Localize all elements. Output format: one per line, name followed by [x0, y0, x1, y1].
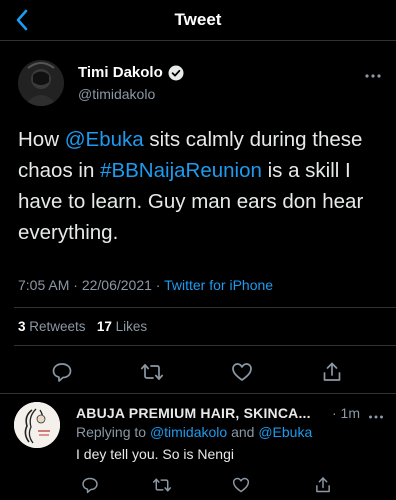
replying-to: Replying to @timidakolo and @Ebuka [76, 424, 312, 440]
reply-tweet[interactable]: ABUJA PREMIUM HAIR, SKINCA... · 1m Reply… [0, 396, 396, 500]
reply-more-button[interactable] [368, 407, 384, 423]
more-dots-icon [365, 74, 381, 78]
reply-icon [52, 363, 72, 382]
retweets-stat[interactable]: 3 Retweets [18, 319, 86, 334]
likes-stat[interactable]: 17 Likes [97, 319, 147, 334]
retweet-icon [140, 364, 164, 380]
likes-count: 17 [96, 319, 112, 334]
like-button[interactable] [227, 357, 257, 387]
reply-button[interactable] [47, 357, 77, 387]
tweet-author: Timi Dakolo @timidakolo [14, 60, 384, 110]
reply-text: I dey tell you. So is Nengi [76, 446, 234, 462]
tweet-text-part: How [18, 128, 65, 151]
retweet-button[interactable] [137, 357, 167, 387]
reply-author-name[interactable]: ABUJA PREMIUM HAIR, SKINCA... [76, 405, 311, 421]
tweet-date: 22/06/2021 [81, 277, 152, 293]
header-divider [0, 40, 396, 41]
avatar-image [18, 60, 64, 106]
replying-to-prefix: Replying to [76, 424, 150, 440]
tweet-actions [0, 357, 396, 387]
hashtag-link[interactable]: #BBNaijaReunion [100, 159, 262, 182]
reply-time: · 1m [332, 405, 360, 421]
meta-separator: · [69, 277, 82, 293]
replying-to-and: and [227, 424, 259, 440]
tweet-text: How @Ebuka sits calmly during these chao… [18, 124, 384, 248]
reply-icon [82, 477, 98, 494]
actions-divider [0, 393, 396, 394]
reply-actions [0, 473, 396, 497]
reply-retweet-button[interactable] [150, 473, 174, 497]
stats-divider [14, 345, 396, 346]
tweet-source-link[interactable]: Twitter for iPhone [164, 277, 273, 293]
tweet-stats: 3 Retweets 17 Likes [18, 319, 147, 334]
reply-like-button[interactable] [229, 473, 253, 497]
reply-avatar[interactable] [14, 402, 60, 448]
chevron-left-icon [16, 9, 28, 31]
hair-brand-logo-icon [14, 402, 60, 448]
share-button[interactable] [317, 357, 347, 387]
author-name-row[interactable]: Timi Dakolo [78, 64, 184, 81]
more-options-button[interactable] [364, 66, 382, 84]
share-icon [316, 477, 330, 493]
retweets-count: 3 [18, 319, 26, 334]
back-button[interactable] [8, 6, 36, 34]
reply-header: ABUJA PREMIUM HAIR, SKINCA... · 1m [76, 405, 386, 423]
tweet-meta: 7:05 AM · 22/06/2021 · Twitter for iPhon… [18, 277, 273, 293]
author-handle[interactable]: @timidakolo [78, 86, 155, 102]
reply-share-button[interactable] [311, 473, 335, 497]
heart-icon [232, 477, 250, 493]
heart-icon [232, 363, 252, 381]
top-bar: Tweet [0, 0, 396, 40]
share-icon [323, 362, 341, 381]
meta-separator: · [151, 277, 165, 293]
mention-link[interactable]: @Ebuka [258, 424, 312, 440]
author-avatar[interactable] [18, 60, 64, 106]
likes-label: Likes [115, 319, 148, 334]
page-title: Tweet [174, 10, 222, 29]
retweets-label: Retweets [29, 319, 86, 334]
author-name: Timi Dakolo [78, 64, 163, 81]
reply-reply-button[interactable] [78, 473, 102, 497]
meta-divider [14, 307, 396, 308]
retweet-icon [152, 478, 172, 492]
mention-link[interactable]: @timidakolo [150, 424, 227, 440]
verified-badge-icon [168, 65, 184, 81]
more-dots-icon [369, 415, 383, 419]
mention-link[interactable]: @Ebuka [65, 128, 144, 151]
tweet-time: 7:05 AM [18, 277, 70, 293]
